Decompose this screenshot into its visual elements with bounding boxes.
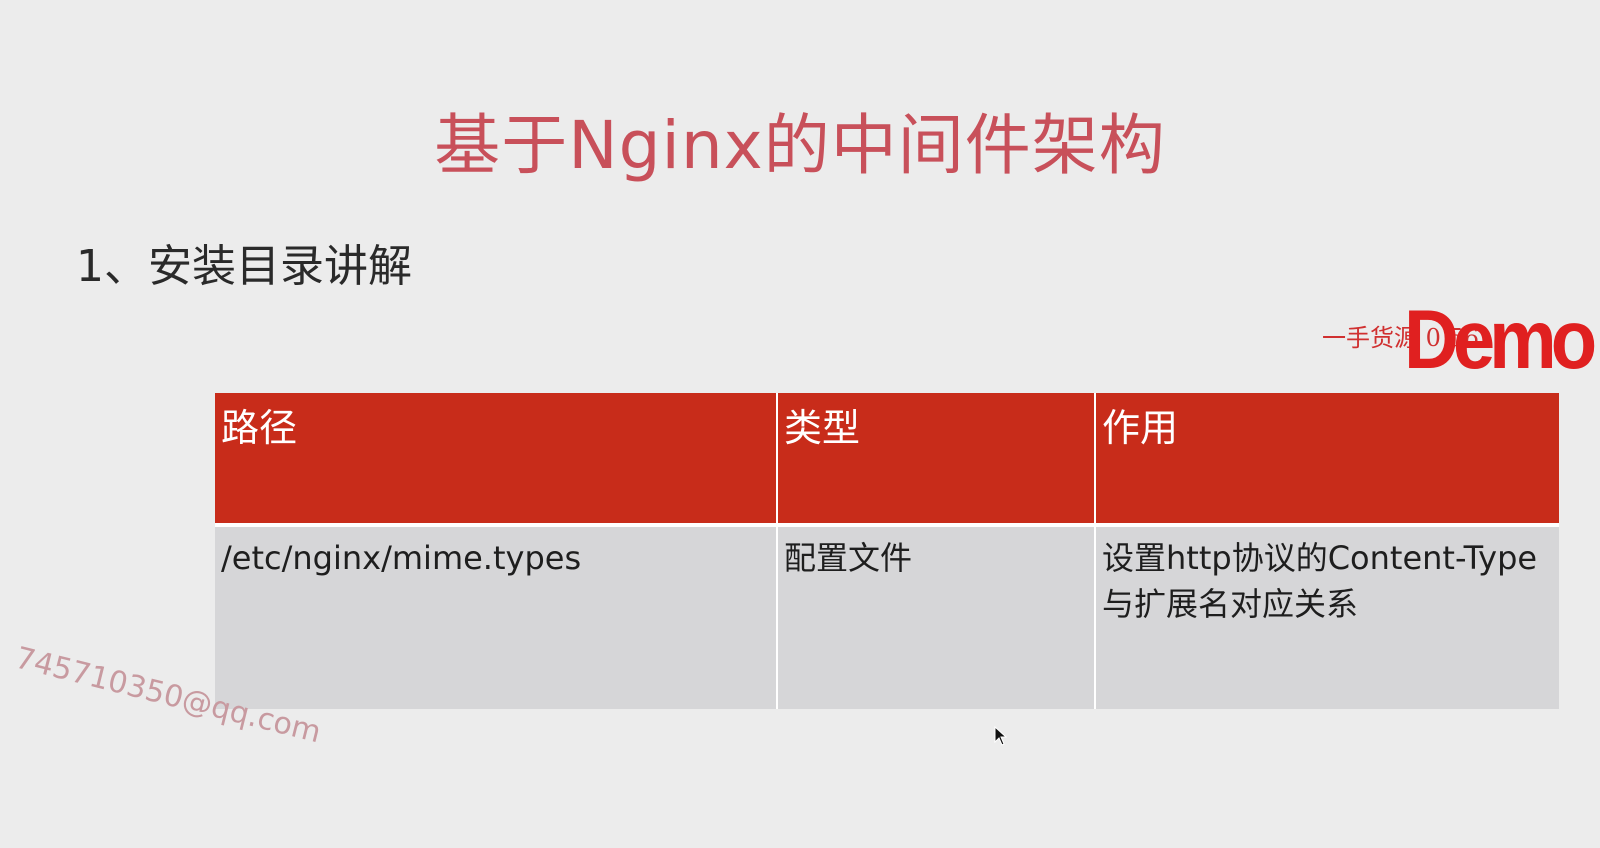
- cell-path: /etc/nginx/mime.types: [215, 523, 778, 709]
- cell-purpose: 设置http协议的Content-Type与扩展名对应关系: [1095, 523, 1559, 709]
- presentation-slide: 基于Nginx的中间件架构 1、安装目录讲解 一手货源 0 56 Demo 路径…: [0, 0, 1600, 848]
- cell-type: 配置文件: [777, 523, 1096, 709]
- slide-title: 基于Nginx的中间件架构: [434, 107, 1166, 184]
- header-path: 路径: [215, 393, 778, 525]
- demo-watermark: 一手货源 0 56 Demo: [1322, 293, 1597, 387]
- header-type: 类型: [777, 393, 1096, 525]
- table-row: /etc/nginx/mime.types 配置文件 设置http协议的Cont…: [215, 523, 1559, 709]
- table-header-row: 路径 类型 作用: [215, 393, 1559, 525]
- slide-subtitle: 1、安装目录讲解: [76, 241, 412, 292]
- demo-watermark-logo: Demo: [1404, 293, 1597, 387]
- directory-table: 路径 类型 作用 /etc/nginx/mime.types 配置文件 设置ht…: [215, 393, 1559, 709]
- header-purpose: 作用: [1102, 406, 1179, 450]
